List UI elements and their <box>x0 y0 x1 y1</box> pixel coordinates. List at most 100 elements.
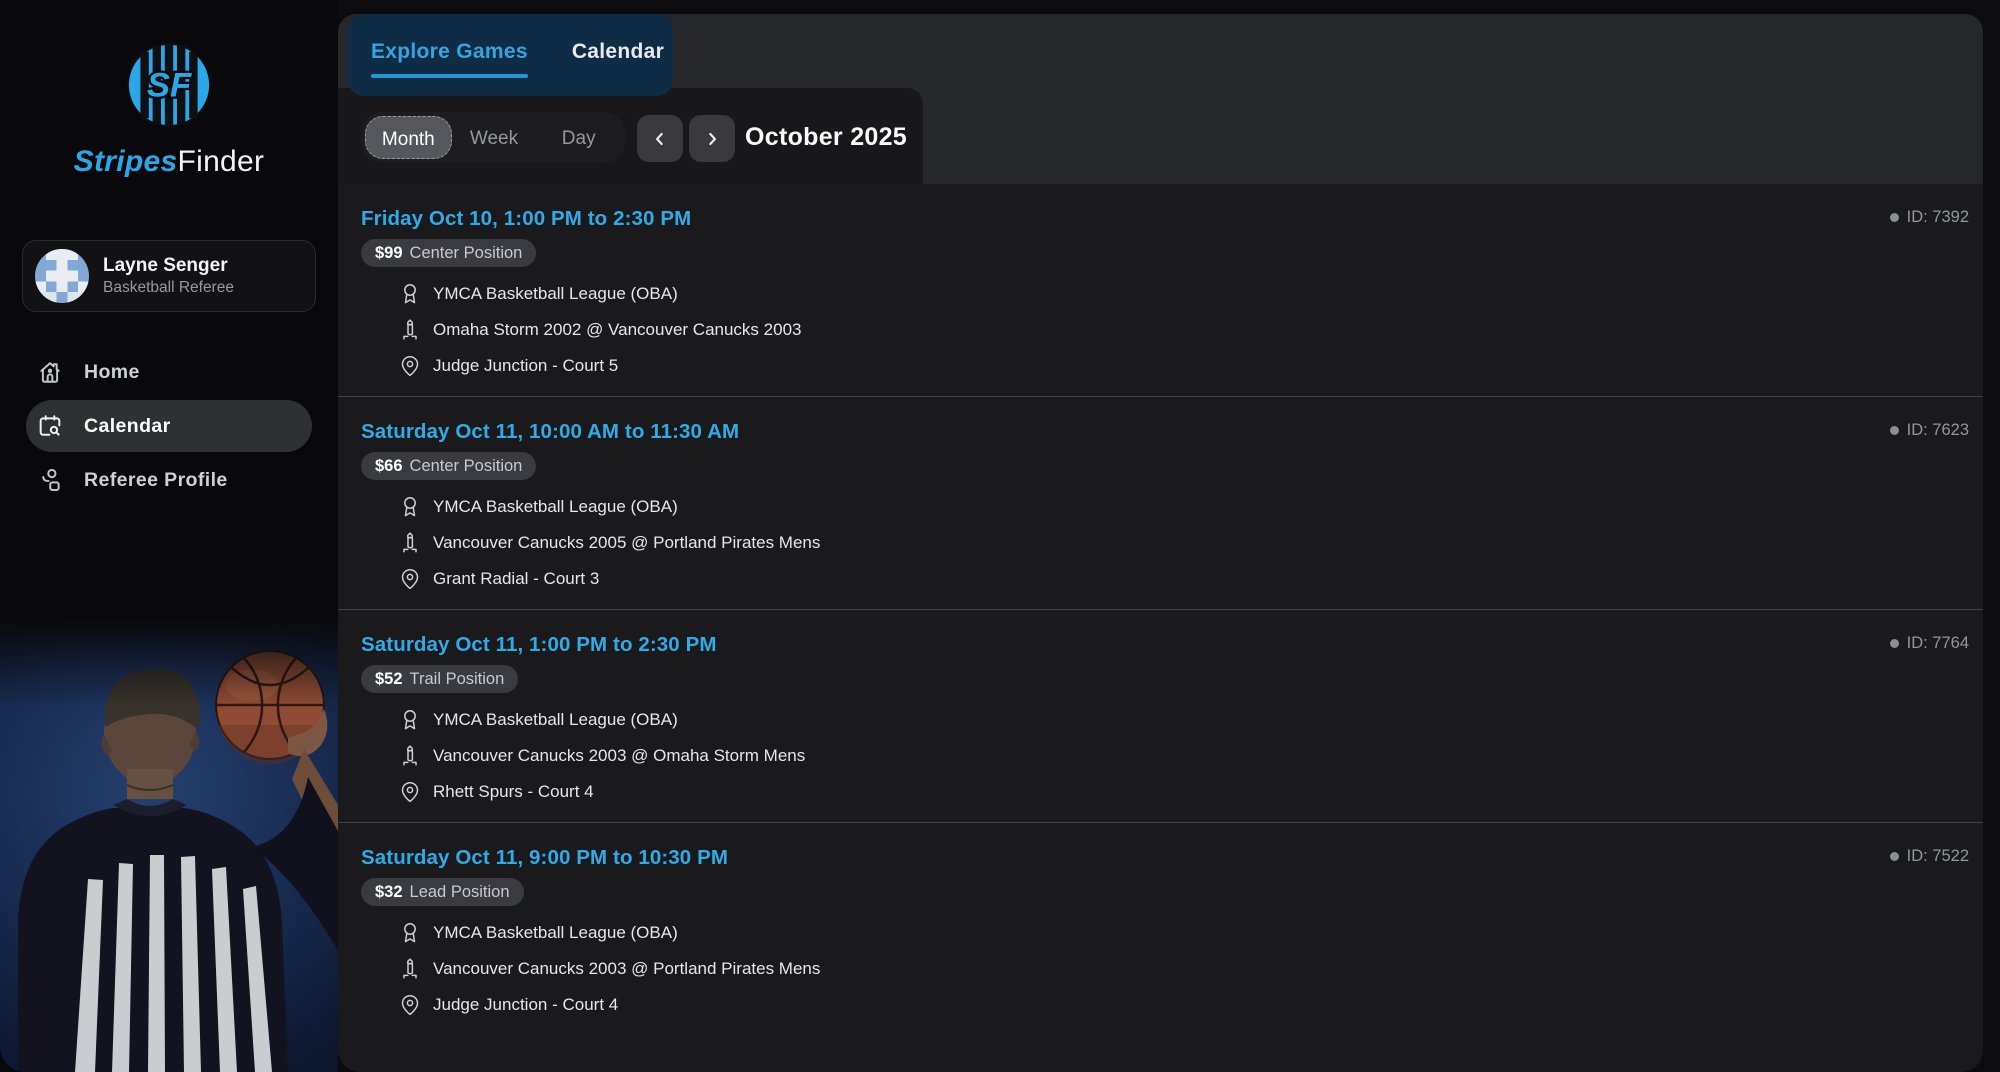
home-icon <box>36 358 64 386</box>
brand-stripes: Stripes <box>74 145 178 178</box>
status-dot-icon <box>1890 639 1899 648</box>
location-text: Judge Junction - Court 5 <box>433 356 618 376</box>
sidebar-nav: Home Calendar Referee Profi <box>0 346 338 506</box>
game-datetime: Saturday Oct 11, 10:00 AM to 11:30 AM <box>361 419 1969 445</box>
pay-amount: $99 <box>375 244 403 263</box>
chevron-right-icon <box>702 129 722 149</box>
tab-label: Explore Games <box>371 40 528 63</box>
user-info: Layne Senger Basketball Referee <box>103 254 234 298</box>
user-name: Layne Senger <box>103 254 234 278</box>
game-datetime: Saturday Oct 11, 9:00 PM to 10:30 PM <box>361 845 1969 871</box>
view-month-button[interactable]: Month <box>365 116 452 159</box>
position-name: Center Position <box>410 457 523 476</box>
svg-text:SF: SF <box>147 66 192 104</box>
tower-icon <box>398 744 422 768</box>
chevron-left-icon <box>650 129 670 149</box>
award-icon <box>398 282 422 306</box>
location-text: Rhett Spurs - Court 4 <box>433 782 594 802</box>
sidebar-item-home[interactable]: Home <box>26 346 312 398</box>
matchup-row: Omaha Storm 2002 @ Vancouver Canucks 200… <box>398 316 1969 344</box>
status-dot-icon <box>1890 213 1899 222</box>
avatar <box>35 249 89 303</box>
main-content: Explore Games Calendar Month Week Day Oc… <box>338 0 1983 1072</box>
location-text: Grant Radial - Court 3 <box>433 569 599 589</box>
sidebar-item-calendar[interactable]: Calendar <box>26 400 312 452</box>
pay-position-badge: $52 Trail Position <box>361 665 518 693</box>
game-datetime: Saturday Oct 11, 1:00 PM to 2:30 PM <box>361 632 1969 658</box>
game-id-text: ID: 7522 <box>1907 847 1969 866</box>
sidebar-item-label: Referee Profile <box>84 469 228 492</box>
sidebar-item-label: Home <box>84 361 140 384</box>
matchup-row: Vancouver Canucks 2003 @ Omaha Storm Men… <box>398 742 1969 770</box>
photo-fade <box>0 617 338 707</box>
league-row: YMCA Basketball League (OBA) <box>398 706 1969 734</box>
matchup-row: Vancouver Canucks 2005 @ Portland Pirate… <box>398 529 1969 557</box>
position-name: Lead Position <box>410 883 510 902</box>
user-card[interactable]: Layne Senger Basketball Referee <box>22 240 316 312</box>
game-id-badge: ID: 7623 <box>1890 421 1969 440</box>
award-icon <box>398 495 422 519</box>
matchup-text: Vancouver Canucks 2005 @ Portland Pirate… <box>433 533 820 553</box>
basketball-sf-logo-icon: SF <box>124 40 214 130</box>
view-week-button[interactable]: Week <box>452 116 537 159</box>
status-dot-icon <box>1890 852 1899 861</box>
user-role: Basketball Referee <box>103 278 234 298</box>
pay-amount: $32 <box>375 883 403 902</box>
sidebar: SF StripesFinder Layne Senger Basketball… <box>0 0 338 1072</box>
status-dot-icon <box>1890 426 1899 435</box>
league-name: YMCA Basketball League (OBA) <box>433 710 678 730</box>
tab-explore-games[interactable]: Explore Games <box>371 40 528 78</box>
pay-amount: $66 <box>375 457 403 476</box>
map-pin-icon <box>398 567 422 591</box>
tab-calendar[interactable]: Calendar <box>572 40 664 78</box>
referee-photo <box>0 617 338 1072</box>
location-text: Judge Junction - Court 4 <box>433 995 618 1015</box>
game-id-text: ID: 7392 <box>1907 208 1969 227</box>
game-id-text: ID: 7623 <box>1907 421 1969 440</box>
map-pin-icon <box>398 993 422 1017</box>
game-id-badge: ID: 7522 <box>1890 847 1969 866</box>
game-id-badge: ID: 7764 <box>1890 634 1969 653</box>
game-card[interactable]: Saturday Oct 11, 9:00 PM to 10:30 PM ID:… <box>338 823 1983 1036</box>
award-icon <box>398 921 422 945</box>
prev-month-button[interactable] <box>637 115 683 162</box>
location-row: Grant Radial - Court 3 <box>398 565 1969 593</box>
matchup-text: Vancouver Canucks 2003 @ Portland Pirate… <box>433 959 820 979</box>
tab-label: Calendar <box>572 40 664 63</box>
matchup-text: Omaha Storm 2002 @ Vancouver Canucks 200… <box>433 320 801 340</box>
sidebar-item-referee-profile[interactable]: Referee Profile <box>26 454 312 506</box>
pay-position-badge: $32 Lead Position <box>361 878 524 906</box>
tower-icon <box>398 318 422 342</box>
position-name: Center Position <box>410 244 523 263</box>
next-month-button[interactable] <box>689 115 735 162</box>
league-row: YMCA Basketball League (OBA) <box>398 919 1969 947</box>
game-card[interactable]: Saturday Oct 11, 1:00 PM to 2:30 PM ID: … <box>338 610 1983 823</box>
location-row: Judge Junction - Court 5 <box>398 352 1969 380</box>
game-datetime: Friday Oct 10, 1:00 PM to 2:30 PM <box>361 206 1969 232</box>
matchup-row: Vancouver Canucks 2003 @ Portland Pirate… <box>398 955 1969 983</box>
pay-position-badge: $66 Center Position <box>361 452 536 480</box>
game-id-badge: ID: 7392 <box>1890 208 1969 227</box>
map-pin-icon <box>398 354 422 378</box>
view-switcher: Month Week Day <box>361 112 625 163</box>
game-card[interactable]: Saturday Oct 11, 10:00 AM to 11:30 AM ID… <box>338 397 1983 610</box>
league-name: YMCA Basketball League (OBA) <box>433 923 678 943</box>
game-id-text: ID: 7764 <box>1907 634 1969 653</box>
league-row: YMCA Basketball League (OBA) <box>398 493 1969 521</box>
referee-person-icon <box>36 466 64 494</box>
league-row: YMCA Basketball League (OBA) <box>398 280 1969 308</box>
tower-icon <box>398 531 422 555</box>
brand[interactable]: SF StripesFinder <box>0 40 338 178</box>
view-day-button[interactable]: Day <box>536 116 621 159</box>
position-name: Trail Position <box>410 670 505 689</box>
game-details: YMCA Basketball League (OBA) Vancouver C… <box>361 706 1969 806</box>
games-list: Friday Oct 10, 1:00 PM to 2:30 PM ID: 73… <box>338 184 1983 1072</box>
award-icon <box>398 708 422 732</box>
calendar-month-title: October 2025 <box>745 123 907 152</box>
game-details: YMCA Basketball League (OBA) Omaha Storm… <box>361 280 1969 380</box>
pay-amount: $52 <box>375 670 403 689</box>
game-details: YMCA Basketball League (OBA) Vancouver C… <box>361 919 1969 1019</box>
game-card[interactable]: Friday Oct 10, 1:00 PM to 2:30 PM ID: 73… <box>338 184 1983 397</box>
calendar-search-icon <box>36 412 64 440</box>
matchup-text: Vancouver Canucks 2003 @ Omaha Storm Men… <box>433 746 805 766</box>
